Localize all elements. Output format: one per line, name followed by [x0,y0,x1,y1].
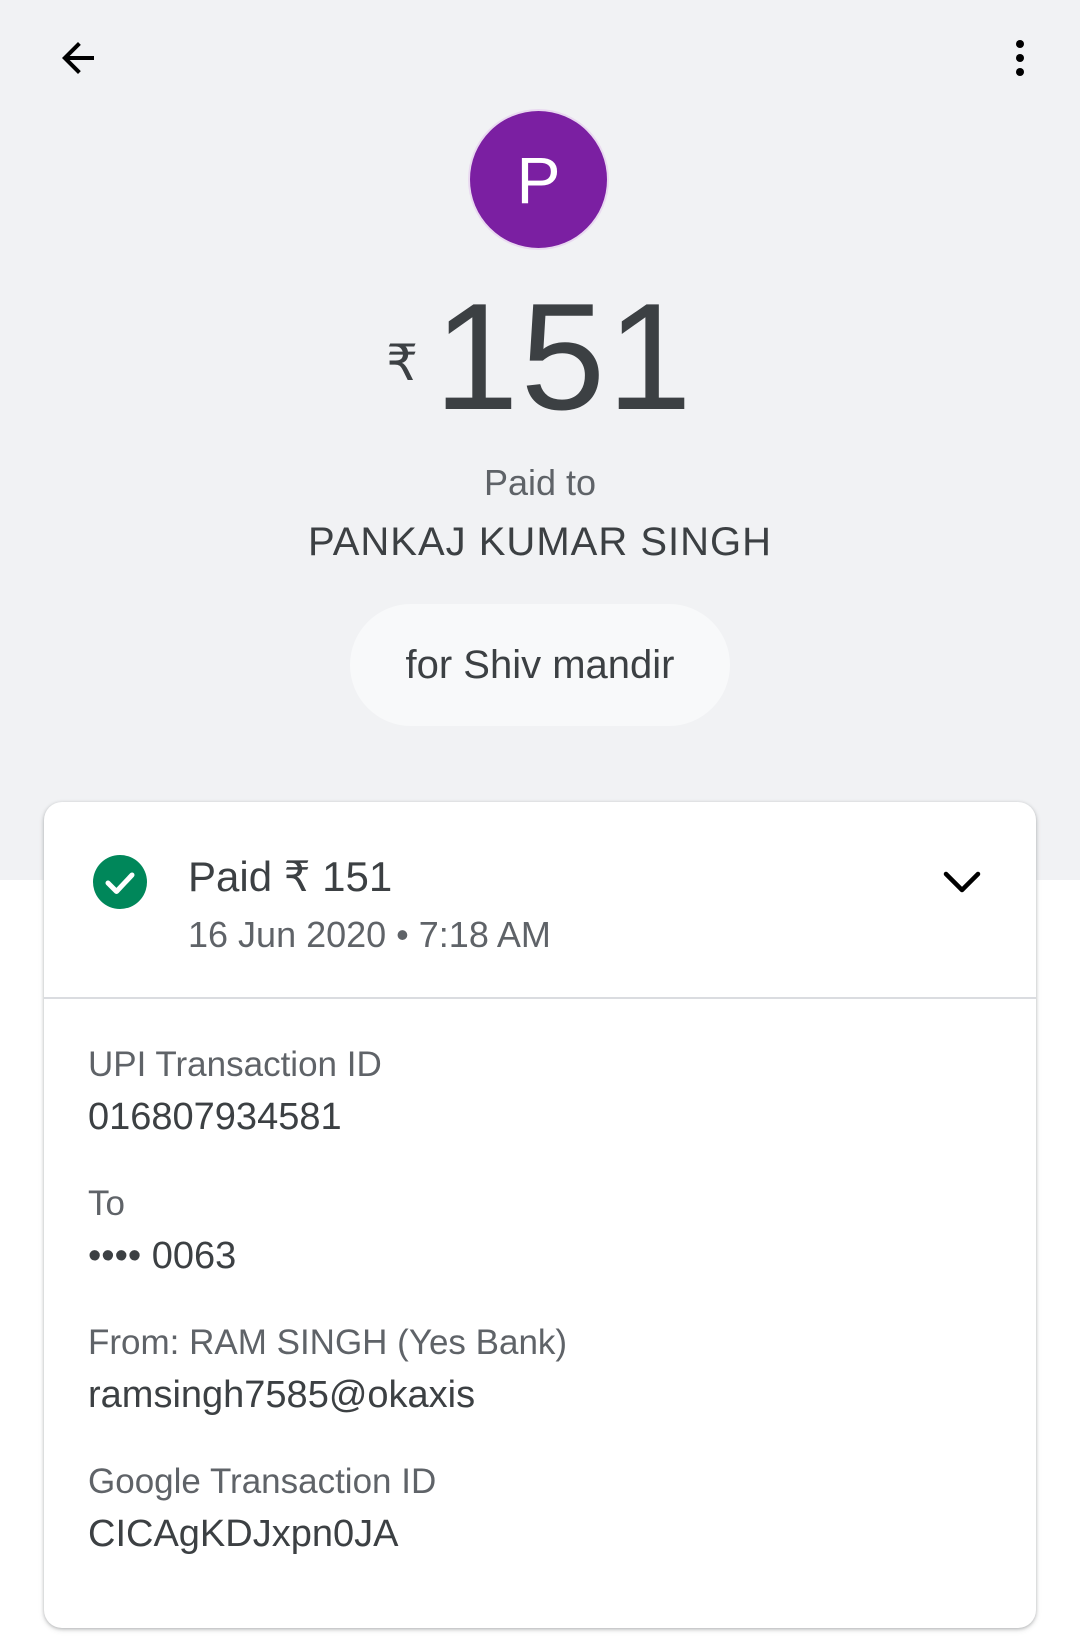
more-options-button[interactable] [982,20,1058,96]
more-vert-icon [1016,40,1024,76]
detail-label: Google Transaction ID [88,1462,437,1501]
detail-to-account: To •••• 0063 [88,1181,236,1281]
detail-value: •••• 0063 [88,1235,237,1277]
status-header[interactable]: Paid ₹ 151 16 Jun 2020 • 7:18 AM [44,802,1036,998]
detail-value[interactable]: CICAgKDJxpn0JA [88,1509,436,1559]
status-title: Paid ₹ 151 [188,853,393,900]
payment-note: for Shiv mandir [350,604,730,726]
payment-summary-area: P ₹ 151 Paid to PANKAJ KUMAR SINGH for S… [0,0,1080,880]
detail-label: From: RAM SINGH (Yes Bank) [88,1323,568,1362]
amount-value: 151 [434,272,694,442]
detail-google-transaction-id: Google Transaction ID CICAgKDJxpn0JA [88,1459,436,1559]
card-divider [44,997,1036,999]
arrow-back-icon [62,42,94,74]
amount-display: ₹ 151 [0,272,1080,442]
payee-name: PANKAJ KUMAR SINGH [308,520,772,564]
detail-value: ramsingh7585@okaxis [88,1374,476,1416]
back-button[interactable] [40,20,116,96]
detail-upi-transaction-id: UPI Transaction ID 016807934581 [88,1042,382,1142]
status-datetime: 16 Jun 2020 • 7:18 AM [188,914,551,955]
payee-avatar: P [470,111,607,248]
chevron-down-icon[interactable] [934,854,990,910]
detail-value[interactable]: 016807934581 [88,1092,382,1142]
detail-label: To [88,1184,125,1223]
currency-symbol: ₹ [386,335,419,391]
transaction-details-card: Paid ₹ 151 16 Jun 2020 • 7:18 AM UPI Tra… [44,802,1036,1628]
detail-from-account: From: RAM SINGH (Yes Bank) ramsingh7585@… [88,1320,567,1420]
detail-label: UPI Transaction ID [88,1045,382,1084]
check-circle-icon [93,855,147,909]
paid-to-label: Paid to [483,462,597,503]
